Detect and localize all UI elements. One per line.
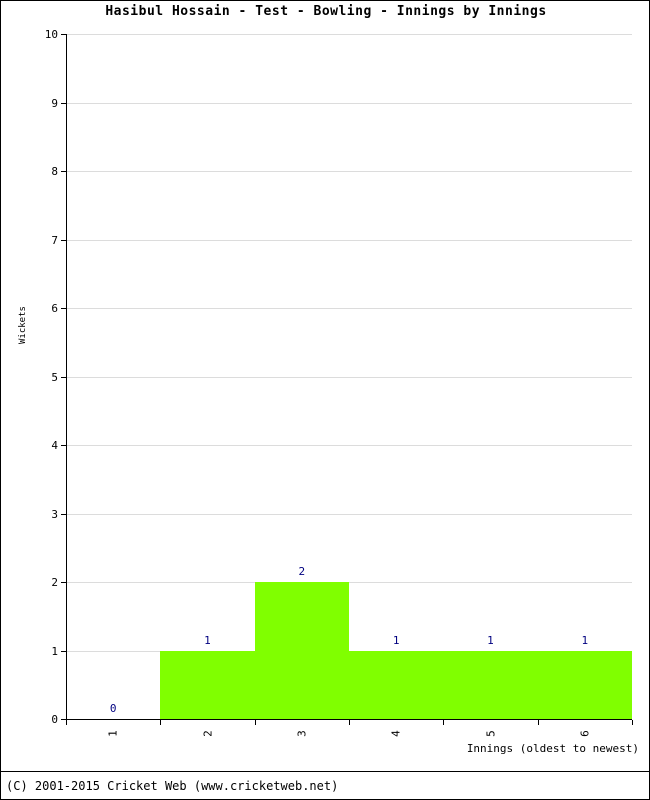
bar <box>160 650 255 719</box>
chart-page: Hasibul Hossain - Test - Bowling - Innin… <box>0 0 650 800</box>
plot-area: 0 1 2 1 1 1 <box>61 34 633 725</box>
y-tick-label: 2 <box>51 576 58 589</box>
x-tick-mark <box>66 720 67 725</box>
x-tick-label: 3 <box>295 730 309 737</box>
bar-value-label: 1 <box>487 633 494 647</box>
x-tick-mark <box>632 720 633 725</box>
x-tick-mark <box>254 720 256 725</box>
bar <box>254 582 349 719</box>
x-tick-label: 1 <box>106 730 120 737</box>
x-tick-label: 6 <box>578 730 592 737</box>
y-tick-label: 1 <box>51 644 58 658</box>
y-tick-label: 5 <box>51 370 58 384</box>
x-tick-mark <box>160 720 162 725</box>
x-axis-title: Innings (oldest to newest) <box>466 742 639 755</box>
x-tick-label: 2 <box>201 730 214 737</box>
x-tick-label: 5 <box>484 730 497 737</box>
bar-value-label: 0 <box>109 702 117 715</box>
bar-value-label: 2 <box>298 565 306 578</box>
x-tick-mark <box>443 720 445 725</box>
bar <box>349 650 444 719</box>
x-tick-label: 4 <box>389 730 403 737</box>
y-axis-title: Wickets <box>18 306 28 344</box>
y-tick-label: 6 <box>51 302 58 315</box>
x-tick-mark <box>537 720 539 725</box>
y-tick-label: 9 <box>51 96 58 110</box>
y-tick-label: 7 <box>51 233 58 247</box>
bar <box>443 650 538 719</box>
bar <box>537 650 632 719</box>
copyright-notice: (C) 2001-2015 Cricket Web (www.cricketwe… <box>6 779 339 793</box>
bar-value-label: 1 <box>392 633 400 647</box>
bar-value-label: 1 <box>581 633 589 647</box>
y-tick-label: 10 <box>44 28 58 41</box>
bar-value-label: 1 <box>204 633 211 647</box>
y-tick-label: 3 <box>51 507 58 521</box>
page-title: Hasibul Hossain - Test - Bowling - Innin… <box>105 4 547 19</box>
footer-divider <box>1 771 649 772</box>
y-tick-label: 4 <box>51 439 58 452</box>
bars-layer: 0 1 2 1 1 1 <box>66 34 632 719</box>
x-tick-mark <box>349 720 350 725</box>
y-tick-label: 8 <box>51 165 58 178</box>
y-tick-label: 0 <box>51 713 58 726</box>
